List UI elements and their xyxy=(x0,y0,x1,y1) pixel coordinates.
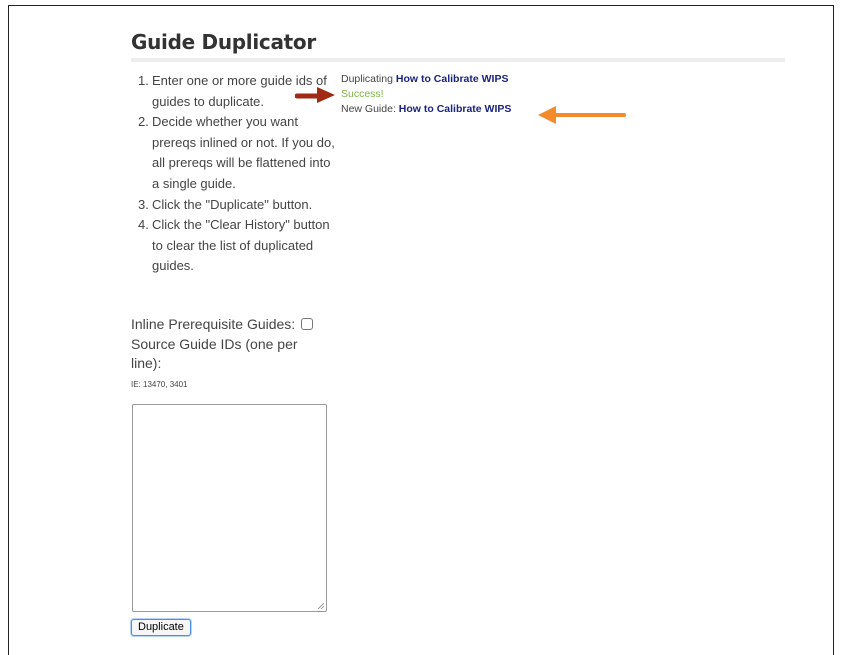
log-duplicating-prefix: Duplicating xyxy=(341,73,393,85)
duplicate-button[interactable]: Duplicate xyxy=(131,619,191,636)
source-ids-label: Source Guide IDs (one per line): xyxy=(131,336,298,371)
log-duplicating-guide-link[interactable]: How to Calibrate WIPS xyxy=(396,73,509,85)
instruction-item: 3. Click the "Duplicate" button. xyxy=(138,195,338,216)
instruction-number: 2. xyxy=(138,114,149,130)
red-arrow-head xyxy=(317,87,335,103)
duplication-log: Duplicating How to Calibrate WIPS Succes… xyxy=(341,72,511,117)
title-divider xyxy=(131,58,785,62)
inline-prereq-row: Inline Prerequisite Guides: xyxy=(131,316,314,332)
page-title: Guide Duplicator xyxy=(131,30,316,54)
inline-prereq-label: Inline Prerequisite Guides: xyxy=(131,316,296,332)
resize-grip-icon[interactable] xyxy=(318,603,324,609)
instruction-text: Decide whether you want prereqs inlined … xyxy=(152,114,335,191)
source-ids-example: IE: 13470, 3401 xyxy=(131,380,188,389)
log-success-message: Success! xyxy=(341,88,384,100)
instruction-number: 3. xyxy=(138,196,149,212)
red-arrow-icon xyxy=(295,87,335,103)
orange-arrow-icon xyxy=(538,106,626,124)
orange-arrow-head xyxy=(538,106,556,124)
source-ids-textarea[interactable] xyxy=(132,404,327,612)
log-new-guide-link[interactable]: How to Calibrate WIPS xyxy=(399,103,512,115)
instruction-item: 4. Click the "Clear History" button to c… xyxy=(138,215,338,277)
instruction-item: 2. Decide whether you want prereqs inlin… xyxy=(138,112,338,194)
log-duplicating-line: Duplicating How to Calibrate WIPS xyxy=(341,72,511,87)
log-new-guide-prefix: New Guide: xyxy=(341,103,396,115)
inline-prereq-checkbox[interactable] xyxy=(301,318,314,330)
instruction-text: Click the "Clear History" button to clea… xyxy=(152,217,330,274)
log-new-guide-line: New Guide: How to Calibrate WIPS xyxy=(341,102,511,117)
instruction-number: 4. xyxy=(138,217,149,233)
instruction-number: 1. xyxy=(138,73,149,88)
instruction-text: Click the "Duplicate" button. xyxy=(152,196,313,212)
